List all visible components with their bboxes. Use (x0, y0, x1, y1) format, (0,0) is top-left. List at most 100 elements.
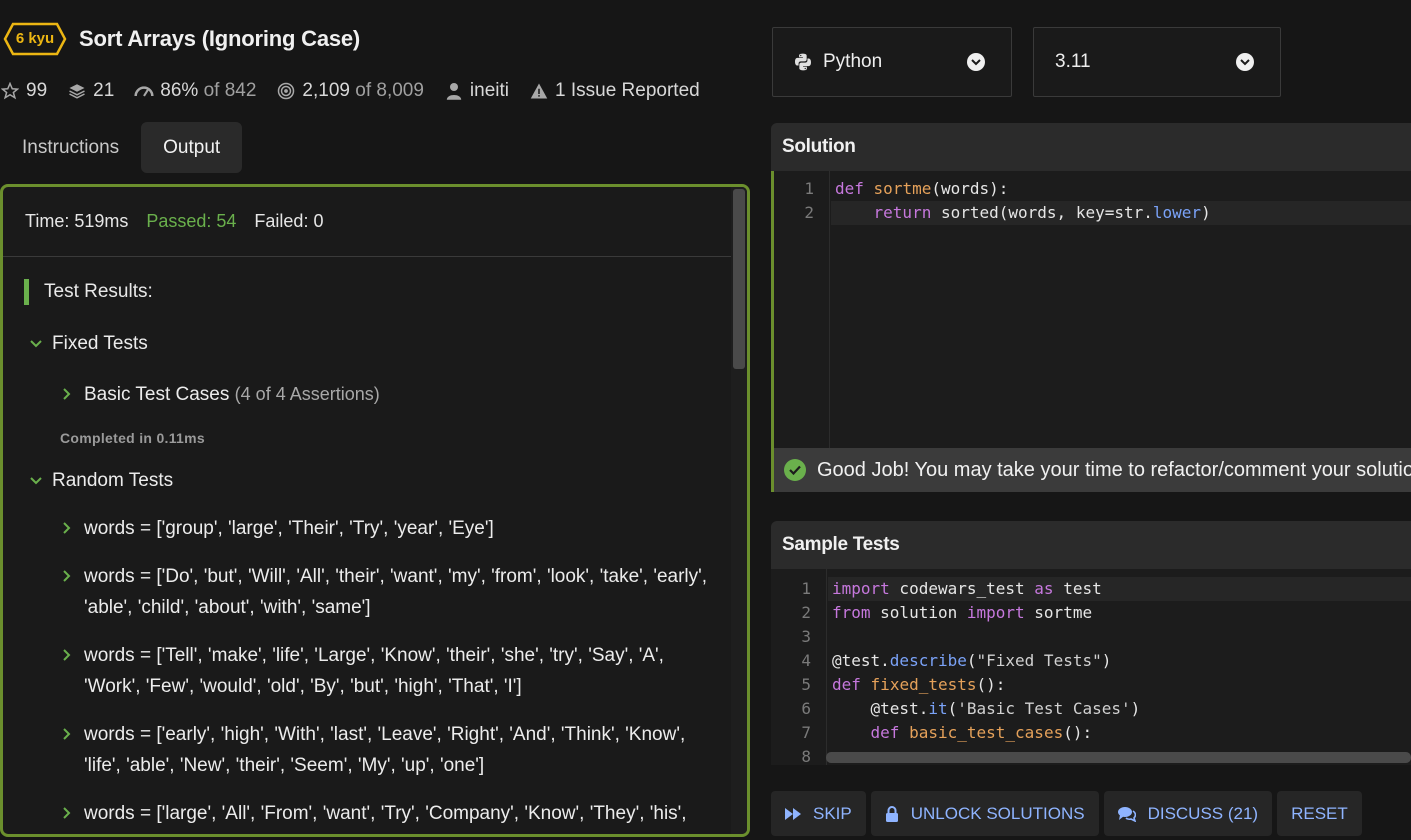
kata-stats: 99 21 86% of 842 2,109 of 8,009 ineiti 1… (0, 78, 720, 104)
reset-label: RESET (1291, 803, 1348, 823)
line-gutter: 1 2 (774, 171, 830, 448)
star-icon (0, 81, 20, 101)
stat-completed: 2,109 of 8,009 (276, 80, 424, 102)
issues-label: 1 Issue Reported (555, 80, 700, 101)
output-panel: Time: 519ms Passed: 54 Failed: 0 Test Re… (0, 184, 750, 837)
group-random-tests[interactable]: Random Tests (28, 470, 173, 492)
satisfaction-pct: 86% (160, 80, 199, 101)
check-circle-icon (784, 459, 806, 481)
test-case[interactable]: words = ['Do', 'but', 'Will', 'All', 'th… (59, 561, 724, 623)
author-name: ineiti (469, 80, 509, 101)
test-case-label: words = ['Tell', 'make', 'life', 'Large'… (84, 645, 664, 697)
test-summary: Time: 519ms Passed: 54 Failed: 0 (3, 187, 731, 257)
test-case-label: words = ['early', 'high', 'With', 'last'… (84, 724, 686, 776)
language-select[interactable]: Python (772, 27, 1012, 97)
rank-badge: 6 kyu (3, 22, 67, 56)
code-line: @test.describe("Fixed Tests") (832, 651, 1112, 670)
discuss-button[interactable]: DISCUSS (21) (1103, 791, 1273, 836)
chevron-down-icon (1236, 53, 1254, 71)
solution-heading: Solution (771, 123, 1411, 171)
action-bar: SKIP UNLOCK SOLUTIONS DISCUSS (21) RESET (771, 791, 1367, 836)
results-accent-bar (24, 279, 29, 305)
group-fixed-tests[interactable]: Fixed Tests (28, 333, 148, 355)
collections-count: 21 (93, 80, 115, 101)
chevron-right-icon (59, 386, 75, 402)
rank-label: 6 kyu (15, 30, 55, 47)
reset-button[interactable]: RESET (1277, 791, 1362, 836)
satisfaction-total: of 842 (203, 80, 257, 101)
skip-button[interactable]: SKIP (771, 791, 866, 836)
line-number: 3 (801, 627, 811, 646)
test-case[interactable]: words = ['early', 'high', 'With', 'last'… (59, 719, 724, 781)
discuss-label: DISCUSS (21) (1147, 803, 1259, 823)
unlock-solutions-button[interactable]: UNLOCK SOLUTIONS (870, 791, 1099, 836)
line-number: 7 (801, 723, 811, 742)
code-line: def fixed_tests(): (832, 675, 1006, 694)
line-number: 1 (801, 579, 811, 598)
success-banner: Good Job! You may take your time to refa… (771, 448, 1411, 492)
solution-title: Solution (782, 136, 856, 157)
test-case[interactable]: words = ['Tell', 'make', 'life', 'Large'… (59, 640, 724, 702)
sample-tests-title: Sample Tests (782, 534, 900, 555)
tab-instructions[interactable]: Instructions (0, 122, 141, 173)
stat-author[interactable]: ineiti (444, 80, 509, 102)
user-icon (444, 81, 464, 101)
line-number: 2 (801, 603, 811, 622)
test-case[interactable]: words = ['group', 'large', 'Their', 'Try… (59, 513, 724, 544)
stat-issues[interactable]: 1 Issue Reported (529, 80, 700, 102)
basic-case-name: Basic Test Cases (84, 384, 230, 405)
test-case[interactable]: words = ['large', 'All', 'From', 'want',… (59, 798, 724, 829)
line-number: 4 (801, 651, 811, 670)
chevron-right-icon (59, 568, 75, 584)
version-value: 3.11 (1055, 51, 1091, 72)
test-case-label: words = ['group', 'large', 'Their', 'Try… (84, 518, 494, 539)
test-case-label: words = ['Do', 'but', 'Will', 'All', 'th… (84, 566, 708, 618)
results-heading-label: Test Results: (44, 281, 153, 302)
tab-output[interactable]: Output (141, 122, 243, 173)
code-line: from solution import sortme (832, 603, 1093, 622)
stars-count: 99 (26, 80, 48, 101)
group-label: Random Tests (52, 470, 174, 491)
comments-icon (1117, 806, 1136, 822)
chevron-right-icon (59, 726, 75, 742)
completed-time: Completed in 0.11ms (60, 430, 205, 446)
kata-title: Sort Arrays (Ignoring Case) (79, 26, 361, 51)
line-gutter: 1 2 3 4 5 6 7 8 (771, 569, 827, 765)
output-scrollbar[interactable] (731, 187, 747, 834)
chevron-down-icon (28, 473, 44, 489)
code-line: def sortme(words): (835, 179, 1009, 198)
solution-editor[interactable]: 1 2 def sortme(words): return sorted(wor… (771, 171, 1411, 448)
chevron-down-icon (967, 53, 985, 71)
test-case-basic[interactable]: Basic Test Cases (4 of 4 Assertions) (59, 379, 724, 410)
stat-satisfaction: 86% of 842 (134, 80, 256, 102)
chevron-down-icon (28, 336, 44, 352)
code-line: return sorted(words, key=str.lower) (873, 203, 1211, 222)
completed-total: of 8,009 (355, 80, 424, 101)
group-label: Fixed Tests (52, 333, 148, 354)
line-number: 5 (801, 675, 811, 694)
assertion-count: (4 of 4 Assertions) (234, 384, 380, 404)
line-number: 6 (801, 699, 811, 718)
code-line: import codewars_test as test (832, 579, 1102, 598)
sample-tests-heading: Sample Tests (771, 521, 1411, 569)
target-icon (276, 81, 296, 101)
test-case-label: words = ['large', 'All', 'From', 'want',… (84, 803, 687, 824)
chevron-right-icon (59, 805, 75, 821)
version-select[interactable]: 3.11 (1033, 27, 1281, 97)
python-icon (793, 52, 813, 72)
sample-tests-editor[interactable]: 1 2 3 4 5 6 7 8 import codewars_test as … (771, 569, 1411, 765)
line-number: 1 (804, 179, 814, 198)
passed-count: Passed: 54 (146, 211, 237, 231)
stat-stars[interactable]: 99 (0, 80, 47, 102)
sample-tests-hscrollbar[interactable] (826, 752, 1411, 763)
fast-forward-icon (785, 807, 801, 820)
test-results-heading: Test Results: (24, 279, 153, 305)
output-scroll-thumb[interactable] (733, 189, 745, 369)
unlock-label: UNLOCK SOLUTIONS (910, 803, 1085, 823)
stat-collections[interactable]: 21 (67, 80, 114, 102)
gauge-icon (134, 81, 154, 101)
language-value: Python (823, 51, 883, 72)
output-tabs: Instructions Output (0, 122, 243, 173)
warning-icon (529, 81, 549, 101)
test-case-label: Basic Test Cases (4 of 4 Assertions) (84, 379, 724, 410)
